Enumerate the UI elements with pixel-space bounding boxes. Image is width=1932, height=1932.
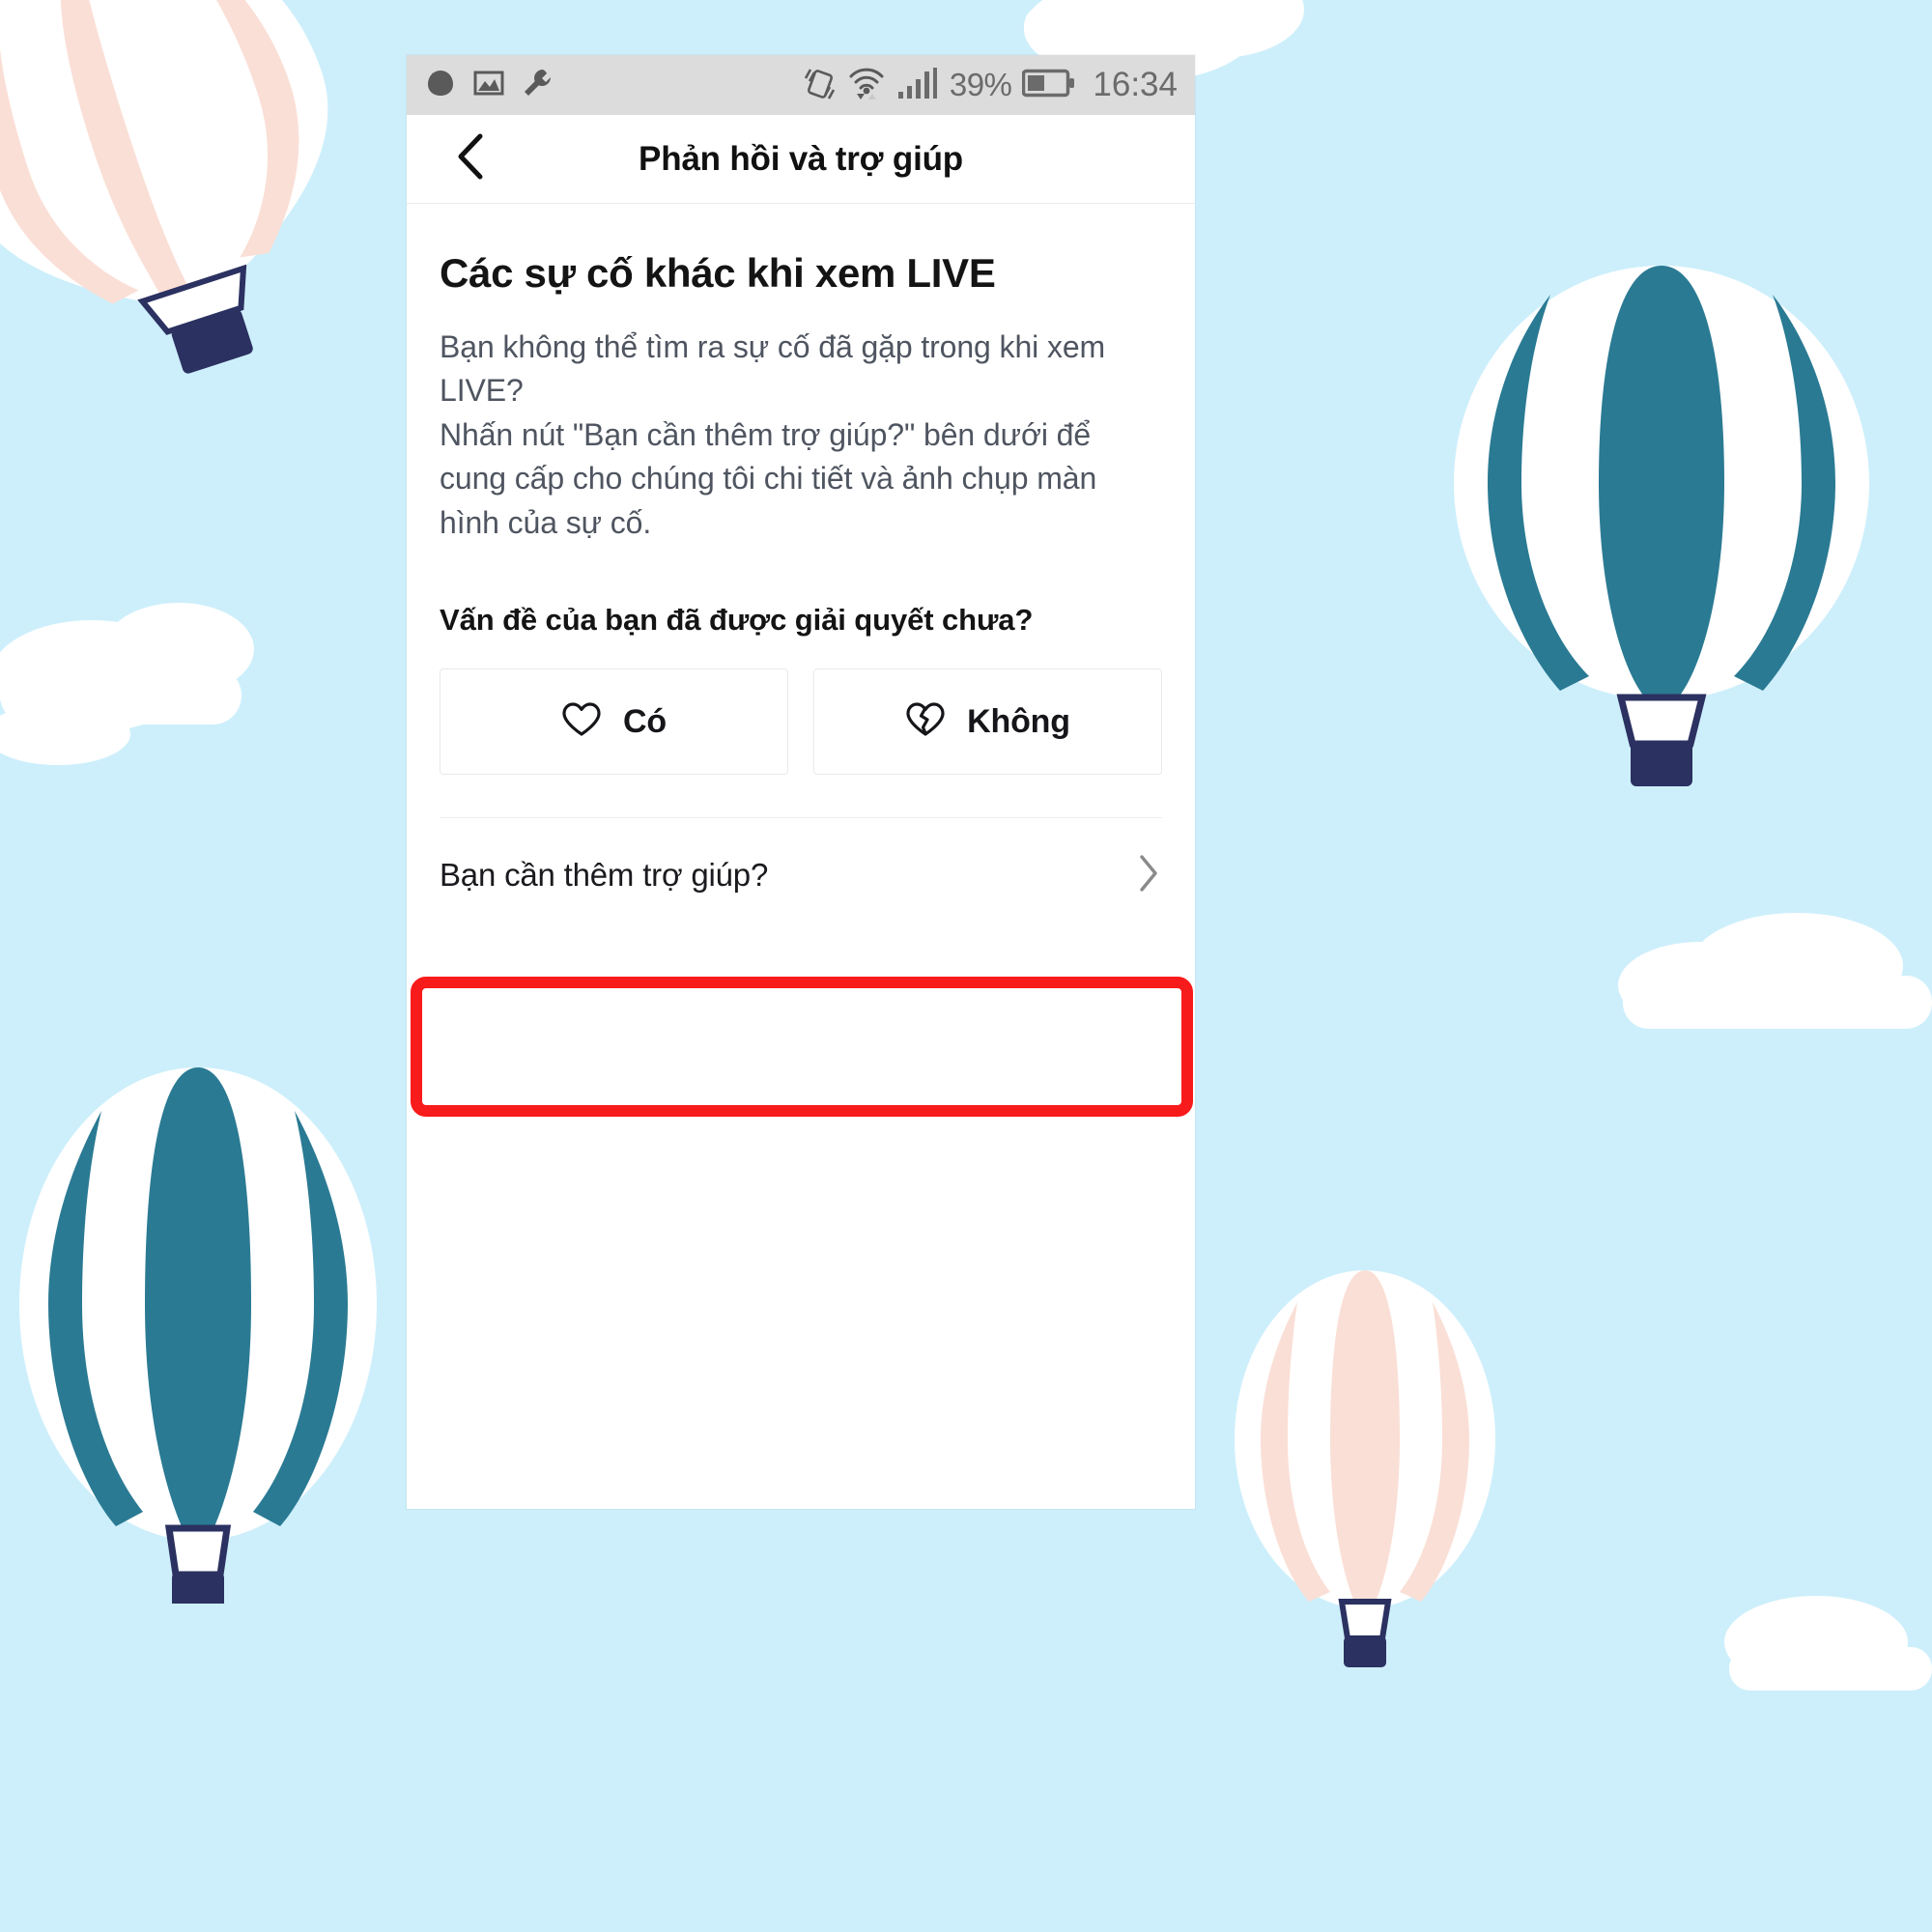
status-bar: 39% 16:34 (407, 55, 1195, 115)
chevron-right-icon (1135, 852, 1162, 899)
feedback-yes-label: Có (623, 702, 667, 740)
status-bar-left-icons (424, 67, 554, 104)
app-header: Phản hồi và trợ giúp (407, 115, 1195, 204)
back-button[interactable] (434, 115, 511, 203)
feedback-yes-button[interactable]: Có (440, 668, 788, 776)
notification-dot-icon (424, 67, 457, 104)
balloon-teal-bottomleft (10, 1063, 396, 1611)
image-icon (472, 67, 505, 104)
clock-label: 16:34 (1093, 66, 1178, 103)
phone-screen: 39% 16:34 Phản hồi và trợ giúp Các sự cố… (407, 55, 1195, 1509)
battery-icon (1022, 68, 1076, 103)
broken-heart-icon (905, 701, 946, 743)
feedback-no-button[interactable]: Không (813, 668, 1162, 776)
content-body: Bạn không thể tìm ra sự cố đã gặp trong … (440, 329, 1106, 540)
page-title: Phản hồi và trợ giúp (639, 139, 963, 178)
signal-bars-icon (896, 66, 939, 105)
screen-rotation-icon (800, 65, 837, 106)
balloon-teal-right (1372, 261, 1932, 807)
wrench-icon (521, 67, 554, 104)
page-content: Các sự cố khác khi xem LIVE Bạn không th… (407, 250, 1195, 932)
wifi-icon (847, 65, 886, 106)
heart-outline-icon (561, 701, 602, 743)
battery-percent-label: 39% (949, 67, 1012, 102)
feedback-no-label: Không (967, 702, 1070, 740)
chevron-left-icon (454, 131, 491, 186)
resolve-question-label: Vấn đề của bạn đã được giải quyết chưa? (440, 603, 1034, 638)
more-help-label: Bạn cần thêm trợ giúp? (440, 857, 769, 894)
more-help-row[interactable]: Bạn cần thêm trợ giúp? (440, 818, 1162, 932)
more-help-section: Bạn cần thêm trợ giúp? (440, 817, 1162, 932)
balloon-peach-bottomright (1222, 1265, 1512, 1676)
status-bar-right-icons: 39% 16:34 (800, 65, 1178, 106)
content-heading: Các sự cố khác khi xem LIVE (440, 250, 996, 296)
feedback-buttons: Có Không (440, 668, 1162, 776)
